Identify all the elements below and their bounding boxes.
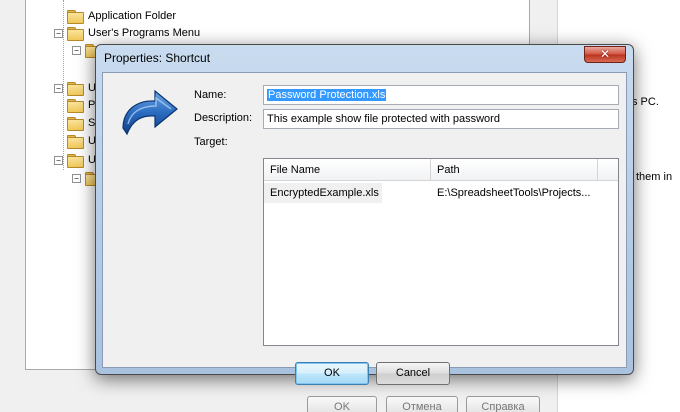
collapse-icon[interactable]: − <box>54 83 63 93</box>
close-icon: ✕ <box>599 47 611 61</box>
folder-icon <box>67 82 84 96</box>
folder-icon <box>67 135 84 149</box>
background-ok-button[interactable]: OK <box>307 396 377 412</box>
collapse-icon[interactable]: − <box>72 45 81 55</box>
tree-item[interactable]: U <box>67 133 96 149</box>
folder-icon <box>67 154 84 168</box>
description-label: Description: <box>194 112 253 124</box>
file-name-cell: EncryptedExample.xls <box>264 183 382 203</box>
close-button[interactable]: ✕ <box>584 46 626 63</box>
tree-item[interactable]: − User's Programs Menu <box>54 25 200 41</box>
properties-dialog: Properties: Shortcut ✕ Name: Password Pr… <box>95 44 634 385</box>
tree-item[interactable]: − U <box>54 152 96 168</box>
folder-icon <box>67 10 84 24</box>
tree-item[interactable]: − U <box>54 80 96 96</box>
column-header-file-name[interactable]: File Name <box>264 159 431 181</box>
list-header: File Name Path <box>264 159 618 181</box>
collapse-icon[interactable]: − <box>72 173 81 183</box>
dialog-content: Name: Password Protection.xls Descriptio… <box>102 72 627 385</box>
name-input-value: Password Protection.xls <box>267 89 387 101</box>
collapse-icon[interactable]: − <box>54 28 63 38</box>
path-cell: E:\SpreadsheetTools\Projects... <box>437 187 591 199</box>
target-label: Target: <box>194 136 228 148</box>
ok-button[interactable]: OK <box>295 362 369 385</box>
tree-item-label: User's Programs Menu <box>88 27 201 39</box>
tree-item-label: Application Folder <box>88 10 177 22</box>
tree-item[interactable]: Application Folder <box>67 8 176 24</box>
tree-item[interactable]: P <box>67 97 95 113</box>
background-cancel-button[interactable]: Отмена <box>386 396 458 412</box>
folder-icon <box>67 99 84 113</box>
description-text: s PC. <box>632 96 659 108</box>
description-input[interactable]: This example show file protected with pa… <box>263 109 619 129</box>
tree-item[interactable]: S <box>67 115 95 131</box>
name-label: Name: <box>194 89 227 101</box>
cancel-button[interactable]: Cancel <box>376 362 450 385</box>
column-header-path[interactable]: Path <box>431 159 598 181</box>
folder-icon <box>67 117 84 131</box>
description-text: them in <box>636 171 673 183</box>
collapse-icon[interactable]: − <box>54 155 63 165</box>
folder-icon <box>67 27 84 41</box>
shortcut-arrow-icon <box>122 89 178 136</box>
target-list[interactable]: File Name Path EncryptedExample.xls E:\S… <box>263 158 619 346</box>
name-input[interactable]: Password Protection.xls <box>263 85 619 105</box>
dialog-title: Properties: Shortcut <box>104 51 211 65</box>
background-help-button[interactable]: Справка <box>466 396 540 412</box>
